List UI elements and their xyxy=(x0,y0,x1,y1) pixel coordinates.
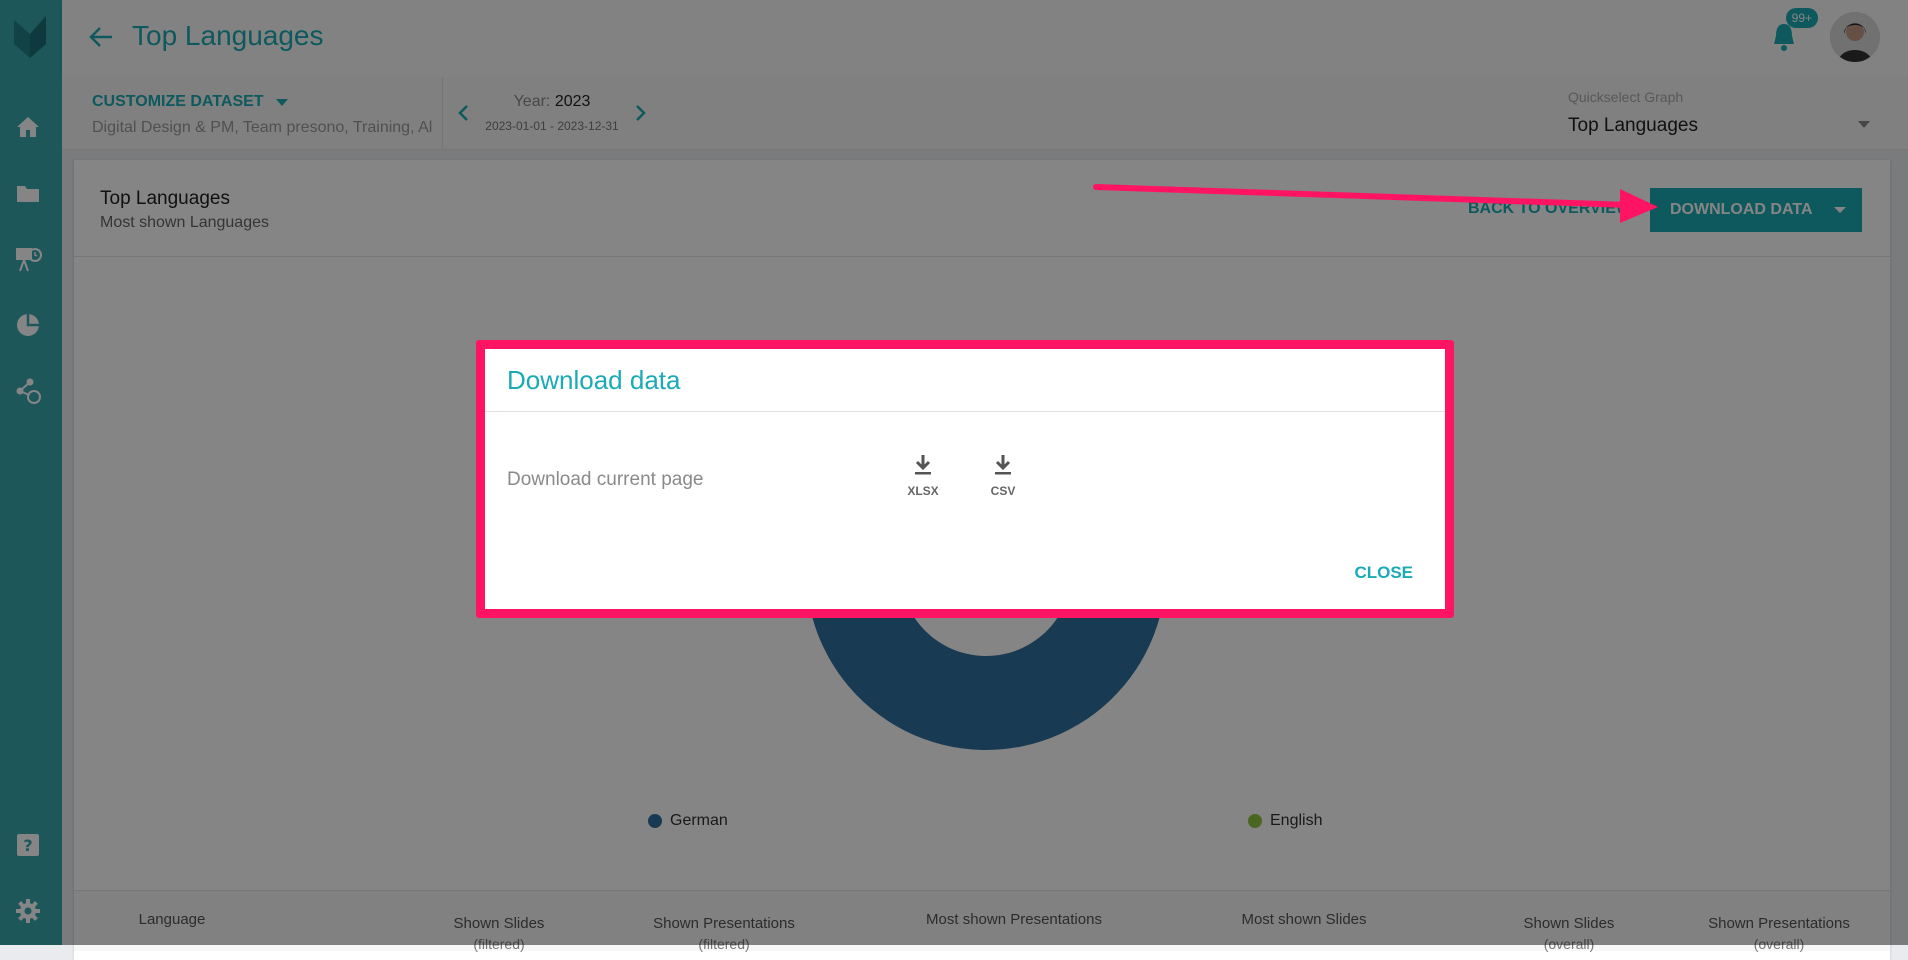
download-xlsx-button[interactable]: XLSX xyxy=(897,453,949,498)
download-current-page-label: Download current page xyxy=(507,469,704,490)
download-data-dialog: Download data Download current page XLSX… xyxy=(476,340,1454,618)
download-icon xyxy=(915,455,931,475)
xlsx-label: XLSX xyxy=(907,484,939,498)
close-button[interactable]: CLOSE xyxy=(1354,563,1413,583)
download-csv-button[interactable]: CSV xyxy=(977,453,1029,498)
csv-label: CSV xyxy=(990,484,1016,498)
divider xyxy=(485,411,1445,412)
dialog-title: Download data xyxy=(507,365,681,395)
download-icon xyxy=(995,455,1011,475)
